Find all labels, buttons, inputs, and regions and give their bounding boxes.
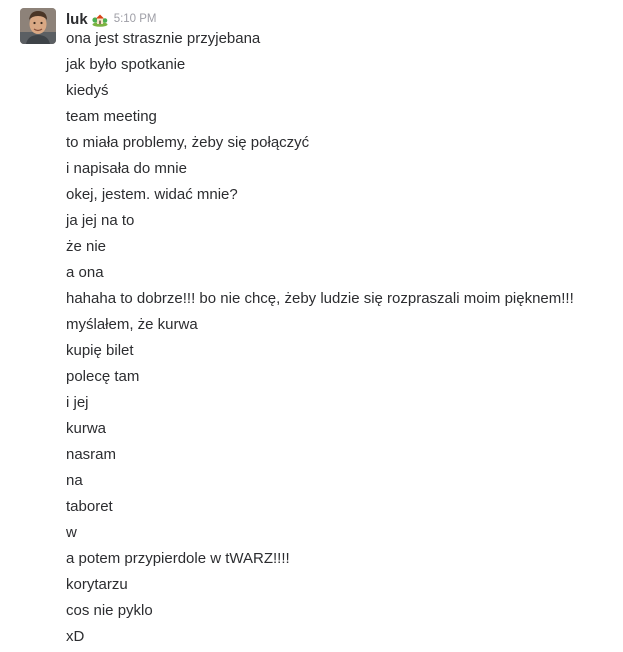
message-line: w [66,524,77,541]
message-line: myślałem, że kurwa [66,316,198,333]
message-line: kiedyś [66,82,109,99]
house-with-garden-icon[interactable] [92,11,108,27]
message-line: a ona [66,264,104,281]
message-line: kupię bilet [66,342,134,359]
message-line: team meeting [66,108,157,125]
message-line: to miała problemy, żeby się połączyć [66,134,310,151]
message-line: hahaha to dobrze!!! bo nie chcę, żeby lu… [66,290,574,307]
avatar-photo-icon [20,8,56,44]
message-line: kurwa [66,420,107,437]
message-line: korytarzu [66,576,128,593]
message-line: i napisała do mnie [66,160,187,177]
message-line: jak było spotkanie [66,56,186,73]
message-line: polecę tam [66,368,140,385]
message-line: taboret [66,498,113,515]
message-line: na [66,472,83,489]
message-line: xD [66,628,85,645]
message-header: luk 5:10 PM [66,8,157,30]
avatar[interactable] [20,8,56,44]
message-line: nasram [66,446,117,463]
message-line: ja jej na to [66,212,135,229]
message-line: a potem przypierdole w tWARZ!!!! [66,550,290,567]
chat-message: luk 5:10 PM ona jest strasznie przyjeban… [0,0,623,651]
message-line: okej, jestem. widać mnie? [66,186,238,203]
message-timestamp[interactable]: 5:10 PM [114,13,157,25]
message-line: i jej [66,394,89,411]
username[interactable]: luk [66,11,88,28]
message-line: cos nie pyklo [66,602,153,619]
message-body: ona jest strasznie przyjebana jak było s… [66,28,606,652]
message-line: ona jest strasznie przyjebana [66,30,261,47]
message-line: że nie [66,238,107,255]
